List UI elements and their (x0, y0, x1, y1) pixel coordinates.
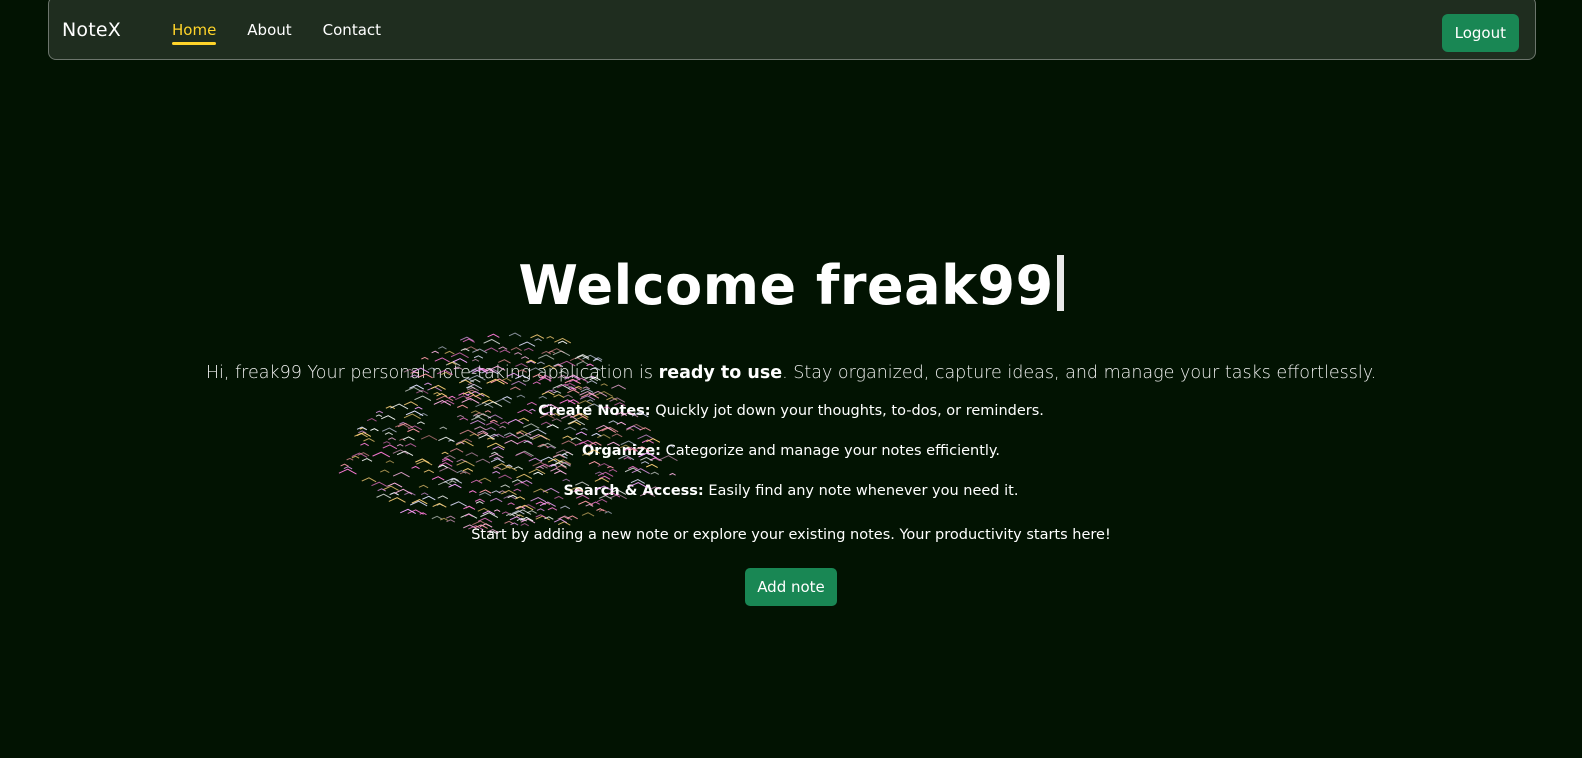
feature-text: Quickly jot down your thoughts, to-dos, … (650, 403, 1044, 419)
hero-section: Welcome freak99 Hi, freak99 Your persona… (0, 252, 1582, 606)
feature-title: Organize: (581, 443, 661, 459)
add-note-button[interactable]: Add note (745, 568, 837, 606)
brand-logo[interactable]: NoteX (62, 19, 121, 41)
intro-suffix: . Stay organized, capture ideas, and man… (782, 363, 1377, 383)
navbar: NoteX Home About Contact Logout (48, 0, 1536, 60)
feature-title: Search & Access: (563, 483, 704, 499)
intro-prefix: Hi, freak99 Your personal note-taking ap… (205, 363, 659, 383)
feature-title: Create Notes: (538, 403, 651, 419)
welcome-text: Welcome freak99 (518, 254, 1054, 317)
feature-item: Search & Access: Easily find any note wh… (0, 482, 1582, 501)
typing-cursor (1056, 255, 1064, 311)
feature-text: Easily find any note whenever you need i… (703, 483, 1019, 499)
page: NoteX Home About Contact Logout Welcome … (0, 0, 1582, 758)
logout-button[interactable]: Logout (1441, 14, 1519, 52)
intro-bold: ready to use (658, 363, 783, 383)
feature-list: Create Notes: Quickly jot down your thou… (0, 402, 1582, 501)
feature-item: Create Notes: Quickly jot down your thou… (0, 402, 1582, 421)
cta-text: Start by adding a new note or explore yo… (471, 527, 1111, 543)
nav-links: Home About Contact (172, 21, 412, 45)
feature-item: Organize: Categorize and manage your not… (0, 442, 1582, 461)
welcome-heading: Welcome freak99 (0, 252, 1582, 320)
nav-link-home[interactable]: Home (172, 21, 217, 45)
intro-paragraph: Hi, freak99 Your personal note-taking ap… (0, 363, 1582, 383)
nav-link-contact[interactable]: Contact (323, 21, 381, 39)
feature-text: Categorize and manage your notes efficie… (660, 443, 1001, 459)
nav-link-about[interactable]: About (247, 21, 291, 39)
